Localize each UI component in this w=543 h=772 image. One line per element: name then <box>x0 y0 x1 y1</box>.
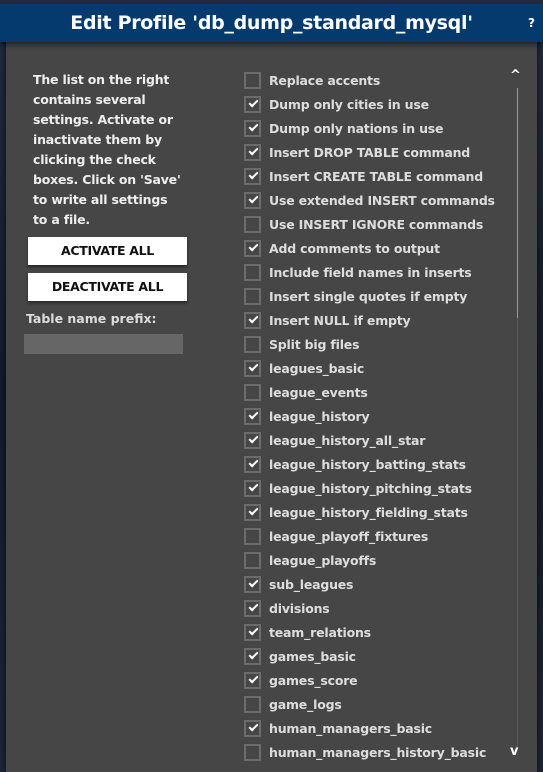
checkbox[interactable] <box>244 335 261 353</box>
option-label: Include field names in inserts <box>269 264 472 280</box>
checkbox[interactable] <box>244 527 261 545</box>
option-row[interactable]: league_playoff_fixtures <box>244 525 504 547</box>
option-row[interactable]: Insert single quotes if empty <box>244 285 504 307</box>
table-prefix-input[interactable] <box>24 334 183 354</box>
option-label: Dump only nations in use <box>269 120 444 136</box>
option-label: sub_leagues <box>269 576 354 592</box>
checkbox[interactable] <box>244 143 261 161</box>
option-row[interactable]: league_history_fielding_stats <box>244 501 504 523</box>
option-row[interactable]: Use extended INSERT commands <box>244 189 504 211</box>
option-label: divisions <box>269 600 330 616</box>
checkbox[interactable] <box>244 551 261 569</box>
checkbox[interactable] <box>244 671 261 689</box>
option-row[interactable]: Insert CREATE TABLE command <box>244 165 504 187</box>
option-row[interactable]: Add comments to output <box>244 237 504 259</box>
option-label: league_history <box>269 408 370 424</box>
option-label: human_managers_history_basic <box>269 744 487 760</box>
option-row[interactable]: Use INSERT IGNORE commands <box>244 213 504 235</box>
option-label: game_logs <box>269 696 342 712</box>
option-row[interactable]: team_relations <box>244 621 504 643</box>
checkbox[interactable] <box>244 287 261 305</box>
option-label: Insert single quotes if empty <box>269 288 468 304</box>
scroll-up-icon[interactable]: ^ <box>510 68 521 83</box>
checkbox[interactable] <box>244 695 261 713</box>
checkbox[interactable] <box>244 239 261 257</box>
checkbox[interactable] <box>244 647 261 665</box>
option-row[interactable]: leagues_basic <box>244 357 504 379</box>
option-label: Replace accents <box>269 72 381 88</box>
option-label: games_basic <box>269 648 356 664</box>
checkbox[interactable] <box>244 431 261 449</box>
option-label: Insert DROP TABLE command <box>269 144 471 160</box>
checkbox[interactable] <box>244 455 261 473</box>
checkbox[interactable] <box>244 263 261 281</box>
option-label: league_playoffs <box>269 552 377 568</box>
scrollbar-thumb[interactable] <box>517 88 518 318</box>
option-row[interactable]: games_score <box>244 669 504 691</box>
checkbox[interactable] <box>244 383 261 401</box>
option-label: league_history_pitching_stats <box>269 480 472 496</box>
checkbox[interactable] <box>244 479 261 497</box>
deactivate-all-button[interactable]: DEACTIVATE ALL <box>28 273 187 301</box>
checkbox[interactable] <box>244 215 261 233</box>
dialog-titlebar: Edit Profile 'db_dump_standard_mysql' ? <box>0 4 543 42</box>
option-row[interactable]: human_managers_history_basic <box>244 741 504 763</box>
activate-all-button[interactable]: ACTIVATE ALL <box>28 237 187 265</box>
checkbox[interactable] <box>244 743 261 761</box>
option-row[interactable]: game_logs <box>244 693 504 715</box>
option-label: league_playoff_fixtures <box>269 528 429 544</box>
option-label: team_relations <box>269 624 371 640</box>
checkbox[interactable] <box>244 311 261 329</box>
checkbox[interactable] <box>244 407 261 425</box>
option-row[interactable]: human_managers_basic <box>244 717 504 739</box>
option-row[interactable]: Split big files <box>244 333 504 355</box>
option-row[interactable]: Insert DROP TABLE command <box>244 141 504 163</box>
option-row[interactable]: games_basic <box>244 645 504 667</box>
option-row[interactable]: league_events <box>244 381 504 403</box>
option-label: league_history_all_star <box>269 432 426 448</box>
option-row[interactable]: sub_leagues <box>244 573 504 595</box>
checkbox[interactable] <box>244 167 261 185</box>
checkbox[interactable] <box>244 719 261 737</box>
checkbox[interactable] <box>244 95 261 113</box>
option-row[interactable]: league_history_all_star <box>244 429 504 451</box>
option-row[interactable]: Dump only cities in use <box>244 93 504 115</box>
instructions-text: The list on the right contains several s… <box>33 72 181 227</box>
scroll-down-icon[interactable]: v <box>510 744 518 759</box>
option-label: leagues_basic <box>269 360 365 376</box>
option-label: league_history_fielding_stats <box>269 504 468 520</box>
table-prefix-label: Table name prefix: <box>26 311 157 326</box>
option-row[interactable]: Dump only nations in use <box>244 117 504 139</box>
option-label: Dump only cities in use <box>269 96 429 112</box>
option-label: Insert NULL if empty <box>269 312 411 328</box>
option-row[interactable]: league_history_batting_stats <box>244 453 504 475</box>
checkbox[interactable] <box>244 575 261 593</box>
option-label: Use extended INSERT commands <box>269 192 495 208</box>
option-label: games_score <box>269 672 358 688</box>
option-row[interactable]: league_history <box>244 405 504 427</box>
checkbox[interactable] <box>244 623 261 641</box>
option-row[interactable]: Include field names in inserts <box>244 261 504 283</box>
option-row[interactable]: divisions <box>244 597 504 619</box>
option-label: Split big files <box>269 336 360 352</box>
checkbox[interactable] <box>244 119 261 137</box>
option-label: Use INSERT IGNORE commands <box>269 216 484 232</box>
option-label: Add comments to output <box>269 240 440 256</box>
checkbox[interactable] <box>244 503 261 521</box>
checkbox[interactable] <box>244 599 261 617</box>
option-row[interactable]: Replace accents <box>244 69 504 91</box>
option-label: Insert CREATE TABLE command <box>269 168 483 184</box>
option-label: league_events <box>269 384 368 400</box>
help-button[interactable]: ? <box>528 4 535 42</box>
option-label: league_history_batting_stats <box>269 456 466 472</box>
checkbox[interactable] <box>244 71 261 89</box>
option-label: human_managers_basic <box>269 720 432 736</box>
option-row[interactable]: league_history_pitching_stats <box>244 477 504 499</box>
checkbox[interactable] <box>244 359 261 377</box>
option-row[interactable]: league_playoffs <box>244 549 504 571</box>
option-row[interactable]: Insert NULL if empty <box>244 309 504 331</box>
checkbox[interactable] <box>244 191 261 209</box>
dialog-title: Edit Profile 'db_dump_standard_mysql' <box>70 12 473 34</box>
